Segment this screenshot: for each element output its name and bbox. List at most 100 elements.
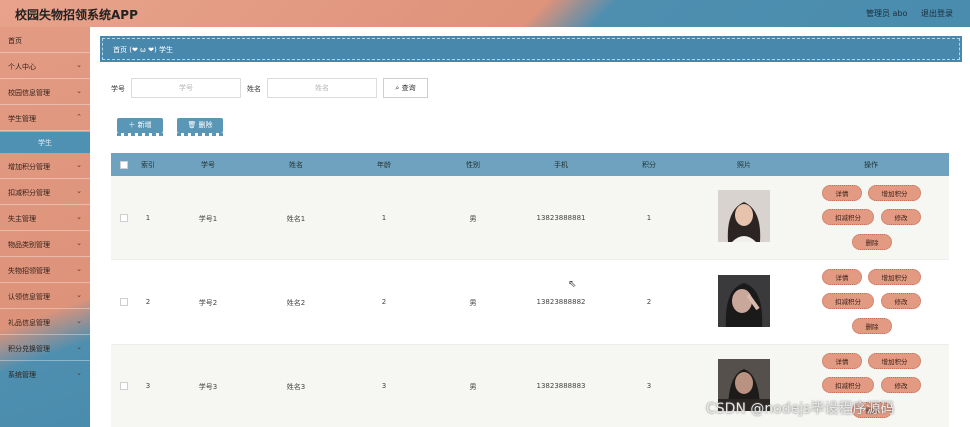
chevron-down-icon: ⌄ xyxy=(76,265,82,273)
search-button[interactable]: ⌕ 查询 xyxy=(383,78,428,98)
cell-gender: 男 xyxy=(469,383,477,391)
delete-button[interactable]: 删除 xyxy=(852,234,892,250)
cell-gender: 男 xyxy=(469,215,477,223)
chevron-down-icon: ⌄ xyxy=(76,239,82,247)
chevron-up-icon: ⌃ xyxy=(76,113,82,121)
sidebar-item-label: 失物招领管理 xyxy=(8,267,50,275)
chevron-down-icon: ⌄ xyxy=(76,317,82,325)
mouse-cursor-icon: ⇖ xyxy=(568,279,577,290)
sidebar-item-label: 校园信息管理 xyxy=(8,89,50,97)
sidebar-item-campus-info[interactable]: 校园信息管理 ⌄ xyxy=(0,79,90,105)
sidebar-item-label: 物品类别管理 xyxy=(8,241,50,249)
sidebar-item-system[interactable]: 系统管理 ⌄ xyxy=(0,361,90,387)
cell-gender: 男 xyxy=(469,299,477,307)
chevron-down-icon: ⌄ xyxy=(76,213,82,221)
sidebar-subitem-label: 学生 xyxy=(38,139,52,147)
sidebar-item-points-exchange[interactable]: 积分兑换管理 ⌄ xyxy=(0,335,90,361)
sidebar-item-label: 失主管理 xyxy=(8,215,36,223)
cell-student-no: 学号1 xyxy=(198,215,218,223)
sidebar-item-add-points[interactable]: 增加积分管理 ⌄ xyxy=(0,153,90,179)
student-no-input[interactable]: 学号 xyxy=(131,78,241,98)
cell-phone: 13823888881 xyxy=(536,214,586,222)
add-button[interactable]: ＋ 新增 xyxy=(117,118,163,136)
column-header: 照片 xyxy=(737,161,751,169)
column-header: 学号 xyxy=(201,161,215,169)
column-header: 积分 xyxy=(642,161,656,169)
chevron-down-icon: ⌄ xyxy=(76,187,82,195)
sidebar-subitem-student[interactable]: 学生 xyxy=(0,132,90,153)
student-photo xyxy=(718,190,770,242)
sidebar-item-owners[interactable]: 失主管理 ⌄ xyxy=(0,205,90,231)
student-photo xyxy=(718,275,770,327)
row-checkbox[interactable] xyxy=(120,382,128,390)
breadcrumb-separator: (❤ ω ❤) xyxy=(129,46,157,54)
column-header: 操作 xyxy=(864,161,878,169)
column-header: 年龄 xyxy=(377,161,391,169)
row-checkbox[interactable] xyxy=(120,214,128,222)
sidebar-item-home[interactable]: 首页 xyxy=(0,27,90,53)
name-label: 姓名 xyxy=(247,85,261,93)
sidebar-item-label: 系统管理 xyxy=(8,371,36,379)
sidebar-item-label: 扣减积分管理 xyxy=(8,189,50,197)
sidebar-item-label: 学生管理 xyxy=(8,115,36,123)
sidebar: 首页 个人中心 ⌄ 校园信息管理 ⌄ 学生管理 ⌃ 学生 增加积分管理 ⌄ 扣减积分管理… xyxy=(0,27,90,427)
search-icon: ⌕ xyxy=(395,84,400,92)
cell-name: 姓名3 xyxy=(286,383,306,391)
select-all-checkbox[interactable] xyxy=(120,161,128,169)
deduct-points-button[interactable]: 扣减积分 xyxy=(822,377,874,393)
column-header: 手机 xyxy=(554,161,568,169)
cell-age: 2 xyxy=(381,298,387,306)
deduct-points-button[interactable]: 扣减积分 xyxy=(822,293,874,309)
logout-link[interactable]: 退出登录 xyxy=(921,8,953,19)
sidebar-item-label: 首页 xyxy=(8,37,22,45)
row-checkbox[interactable] xyxy=(120,298,128,306)
cell-name: 姓名2 xyxy=(286,299,306,307)
sidebar-item-label: 认领信息管理 xyxy=(8,293,50,301)
cell-age: 1 xyxy=(381,214,387,222)
chevron-down-icon: ⌄ xyxy=(76,369,82,377)
breadcrumb-home[interactable]: 首页 xyxy=(113,46,127,54)
sidebar-item-label: 礼品信息管理 xyxy=(8,319,50,327)
delete-button[interactable]: 删除 xyxy=(852,318,892,334)
chevron-down-icon: ⌄ xyxy=(76,343,82,351)
delete-selected-button[interactable]: 🗑 删除 xyxy=(177,118,223,136)
detail-button[interactable]: 详情 xyxy=(822,353,862,369)
edit-button[interactable]: 修改 xyxy=(881,293,921,309)
table-header: 索引 学号 姓名 年龄 性别 手机 积分 照片 操作 xyxy=(111,153,949,176)
edit-button[interactable]: 修改 xyxy=(881,377,921,393)
cell-age: 3 xyxy=(381,382,387,390)
add-points-button[interactable]: 增加积分 xyxy=(868,185,921,201)
sidebar-item-item-categories[interactable]: 物品类别管理 ⌄ xyxy=(0,231,90,257)
sidebar-item-claims[interactable]: 认领信息管理 ⌄ xyxy=(0,283,90,309)
edit-button[interactable]: 修改 xyxy=(881,209,921,225)
cell-phone: 13823888883 xyxy=(536,382,586,390)
cell-points: 3 xyxy=(646,382,652,390)
cell-student-no: 学号3 xyxy=(198,383,218,391)
sidebar-item-gifts[interactable]: 礼品信息管理 ⌄ xyxy=(0,309,90,335)
column-header: 性别 xyxy=(466,161,480,169)
app-title: 校园失物招领系统APP xyxy=(15,8,138,22)
sidebar-item-label: 增加积分管理 xyxy=(8,163,50,171)
cell-name: 姓名1 xyxy=(286,215,306,223)
add-points-button[interactable]: 增加积分 xyxy=(868,269,921,285)
sidebar-item-personal-center[interactable]: 个人中心 ⌄ xyxy=(0,53,90,79)
sidebar-item-students[interactable]: 学生管理 ⌃ xyxy=(0,105,90,131)
name-input[interactable]: 姓名 xyxy=(267,78,377,98)
sidebar-item-label: 积分兑换管理 xyxy=(8,345,50,353)
cell-index: 3 xyxy=(145,382,151,390)
chevron-down-icon: ⌄ xyxy=(76,161,82,169)
add-points-button[interactable]: 增加积分 xyxy=(868,353,921,369)
detail-button[interactable]: 详情 xyxy=(822,185,862,201)
cell-index: 2 xyxy=(145,298,151,306)
sidebar-item-deduct-points[interactable]: 扣减积分管理 ⌄ xyxy=(0,179,90,205)
cell-points: 2 xyxy=(646,298,652,306)
top-header: 校园失物招领系统APP 管理员 abo 退出登录 xyxy=(0,0,970,27)
chevron-down-icon: ⌄ xyxy=(76,87,82,95)
detail-button[interactable]: 详情 xyxy=(822,269,862,285)
cell-phone: 13823888882 xyxy=(536,298,586,306)
chevron-down-icon: ⌄ xyxy=(76,291,82,299)
deduct-points-button[interactable]: 扣减积分 xyxy=(822,209,874,225)
sidebar-item-lost-found[interactable]: 失物招领管理 ⌄ xyxy=(0,257,90,283)
breadcrumb-current: 学生 xyxy=(158,46,173,54)
chevron-down-icon: ⌄ xyxy=(76,61,82,69)
